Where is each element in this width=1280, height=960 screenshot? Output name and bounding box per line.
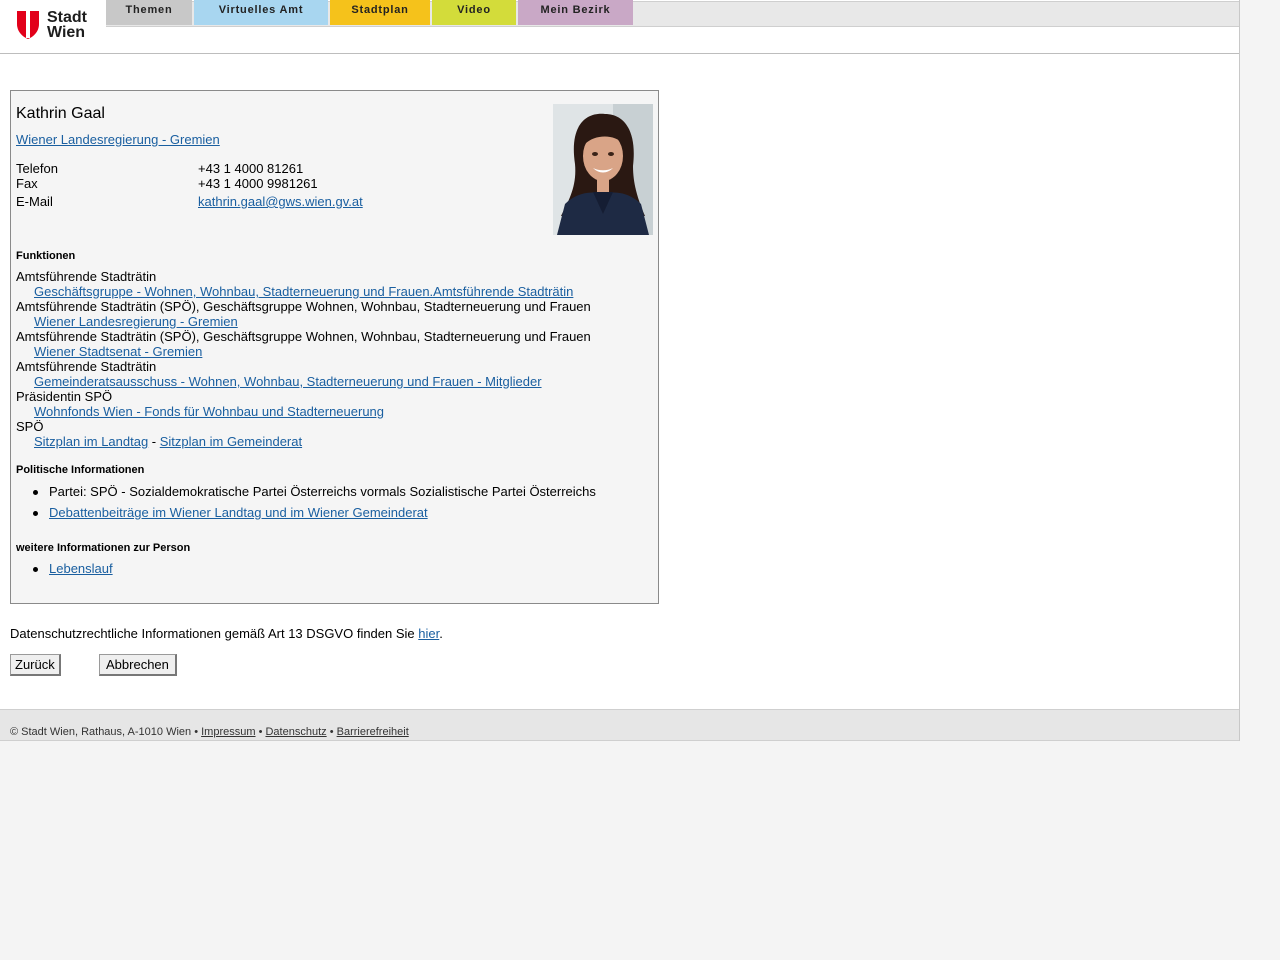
barrierefreiheit-link[interactable]: Barrierefreiheit <box>337 726 409 738</box>
weitere-heading: weitere Informationen zur Person <box>16 542 191 554</box>
funktionen-heading: Funktionen <box>16 250 76 262</box>
cancel-button[interactable]: Abbrechen <box>99 654 177 676</box>
list-item: Debattenbeiträge im Wiener Landtag und i… <box>16 505 596 520</box>
debatten-link[interactable]: Debattenbeiträge im Wiener Landtag und i… <box>49 505 428 520</box>
group-link[interactable]: Wiener Landesregierung - Gremien <box>16 132 220 147</box>
datenschutz-link[interactable]: Datenschutz <box>265 726 326 738</box>
footer-copyright: © Stadt Wien, Rathaus, A-1010 Wien <box>10 726 192 738</box>
function-title: Amtsführende Stadträtin <box>16 359 157 374</box>
person-photo <box>553 104 653 235</box>
privacy-link[interactable]: hier <box>418 626 439 641</box>
phone-value: +43 1 4000 81261 <box>198 161 304 176</box>
function-title: SPÖ <box>16 419 44 434</box>
fax-value: +43 1 4000 9981261 <box>198 176 318 191</box>
function-link[interactable]: Gemeinderatsausschuss - Wohnen, Wohnbau,… <box>34 374 542 389</box>
politik-heading: Politische Informationen <box>16 464 145 476</box>
sitzplan-gemeinderat-link[interactable]: Sitzplan im Gemeinderat <box>160 434 302 449</box>
email-label: E-Mail <box>16 194 53 209</box>
partei-text: Partei: SPÖ - Sozialdemokratische Partei… <box>49 484 596 499</box>
page-container: Stadt Wien Themen Virtuelles Amt Stadtpl… <box>0 0 1240 741</box>
function-title: Amtsführende Stadträtin (SPÖ), Geschäfts… <box>16 329 591 344</box>
function-link[interactable]: Geschäftsgruppe - Wohnen, Wohnbau, Stadt… <box>34 284 573 299</box>
function-link[interactable]: Wohnfonds Wien - Fonds für Wohnbau und S… <box>34 404 384 419</box>
function-title: Amtsführende Stadträtin (SPÖ), Geschäfts… <box>16 299 591 314</box>
email-link[interactable]: kathrin.gaal@gws.wien.gv.at <box>198 194 363 209</box>
function-title: Präsidentin SPÖ <box>16 389 113 404</box>
weitere-list: Lebenslauf <box>16 561 113 576</box>
tab-virtuelles-amt[interactable]: Virtuelles Amt <box>194 0 328 25</box>
sitzplan-landtag-link[interactable]: Sitzplan im Landtag <box>34 434 148 449</box>
person-card: Kathrin Gaal Wiener Landesregierung - Gr… <box>10 90 659 604</box>
footer-line: © Stadt Wien, Rathaus, A-1010 Wien • Imp… <box>10 726 409 738</box>
wien-shield-icon <box>17 11 39 39</box>
function-link[interactable]: Wiener Landesregierung - Gremien <box>34 314 238 329</box>
sitzplan-separator: - <box>148 434 160 449</box>
footer-separator: • <box>326 726 337 738</box>
list-item: Lebenslauf <box>16 561 113 576</box>
tab-video[interactable]: Video <box>432 0 516 25</box>
tab-mein-bezirk[interactable]: Mein Bezirk <box>518 0 633 25</box>
phone-label: Telefon <box>16 161 58 176</box>
function-link[interactable]: Wiener Stadtsenat - Gremien <box>34 344 202 359</box>
politik-list: Partei: SPÖ - Sozialdemokratische Partei… <box>16 484 596 520</box>
lebenslauf-link[interactable]: Lebenslauf <box>49 561 113 576</box>
footer-separator: • <box>191 726 202 738</box>
impressum-link[interactable]: Impressum <box>201 726 255 738</box>
site-footer: © Stadt Wien, Rathaus, A-1010 Wien • Imp… <box>0 709 1239 741</box>
tab-themen[interactable]: Themen <box>106 0 192 25</box>
privacy-notice: Datenschutzrechtliche Informationen gemä… <box>10 626 443 641</box>
privacy-text: Datenschutzrechtliche Informationen gemä… <box>10 626 419 641</box>
back-button[interactable]: Zurück <box>10 654 61 676</box>
list-item: Partei: SPÖ - Sozialdemokratische Partei… <box>16 484 596 505</box>
tab-stadtplan[interactable]: Stadtplan <box>330 0 430 25</box>
privacy-end: . <box>439 626 443 641</box>
footer-separator: • <box>255 726 266 738</box>
stadt-wien-logo[interactable]: Stadt Wien <box>16 10 96 42</box>
site-header: Stadt Wien Themen Virtuelles Amt Stadtpl… <box>0 0 1239 54</box>
person-name: Kathrin Gaal <box>16 105 105 122</box>
sitzplan-links: Sitzplan im Landtag - Sitzplan im Gemein… <box>34 434 302 449</box>
fax-label: Fax <box>16 176 38 191</box>
function-title: Amtsführende Stadträtin <box>16 269 157 284</box>
logo-wordmark: Stadt Wien <box>47 9 87 41</box>
